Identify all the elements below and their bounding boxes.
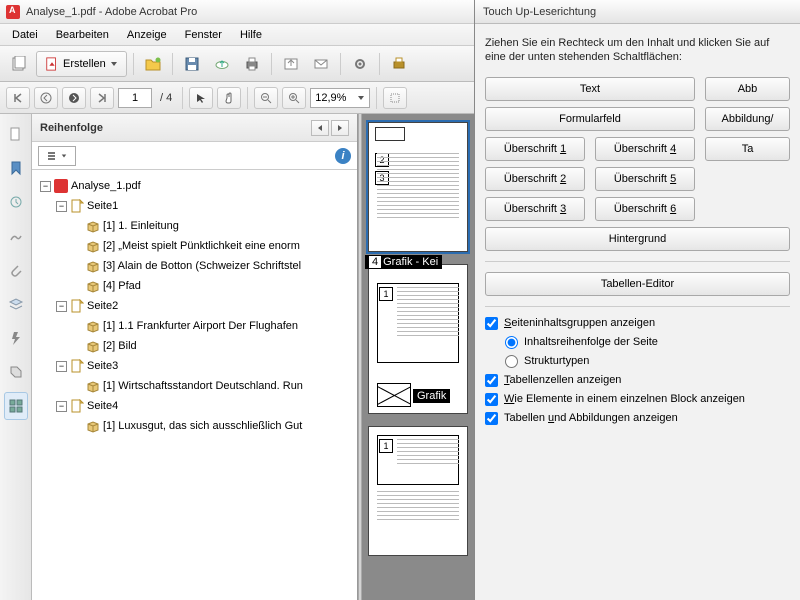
tables-figures-check[interactable]: Tabellen und Abbildungen anzeigen (485, 412, 790, 425)
panel-next-button[interactable] (331, 120, 349, 136)
table-editor-button[interactable]: Tabellen-Editor (485, 272, 790, 296)
order-tab[interactable] (4, 392, 28, 420)
options-menu-button[interactable] (38, 146, 76, 166)
marquee-zoom-button[interactable] (383, 87, 407, 109)
tree-item-row[interactable]: [1] 1.1 Frankfurter Airport Der Flughafe… (72, 316, 353, 336)
table-button[interactable]: Ta (705, 137, 790, 161)
create-label: Erstellen (63, 58, 106, 70)
h5-button[interactable]: Überschrift 5 (595, 167, 695, 191)
select-tool-button[interactable] (189, 87, 213, 109)
dialog-title: Touch Up-Leserichtung (475, 0, 800, 24)
order-tree[interactable]: −Analyse_1.pdf−Seite1[1] 1. Einleitung[2… (32, 170, 357, 600)
tree-item-row[interactable]: [1] Luxusgut, das sich ausschließlich Gu… (72, 416, 353, 436)
last-page-button[interactable] (90, 87, 114, 109)
tree-item-row[interactable]: [2] „Meist spielt Pünktlichkeit eine eno… (72, 236, 353, 256)
tags-tab[interactable] (4, 358, 28, 386)
signatures-tab[interactable] (4, 222, 28, 250)
zoom-select[interactable]: 12,9% (310, 88, 370, 108)
page-input[interactable] (118, 88, 152, 108)
thumb-tag-1: Grafik - Kei (383, 256, 438, 268)
recent-button[interactable] (6, 51, 32, 77)
info-button[interactable]: i (335, 148, 351, 164)
app-icon (6, 5, 20, 19)
pages-tab[interactable] (4, 120, 28, 148)
menu-hilfe[interactable]: Hilfe (232, 27, 270, 43)
print-button[interactable] (239, 51, 265, 77)
h1-button[interactable]: Überschrift 1 (485, 137, 585, 161)
h3-button[interactable]: Überschrift 3 (485, 197, 585, 221)
chevron-down-icon (61, 153, 67, 159)
structure-types-radio[interactable]: Strukturtypen (505, 355, 790, 368)
tree-page-row[interactable]: −Seite4 (56, 396, 353, 416)
zoom-value: 12,9% (315, 92, 346, 104)
tree-page-row[interactable]: −Seite2 (56, 296, 353, 316)
tree-page-row[interactable]: −Seite1 (56, 196, 353, 216)
single-block-check[interactable]: Wie Elemente in einem einzelnen Block an… (485, 393, 790, 406)
share-button[interactable] (278, 51, 304, 77)
tree-page-row[interactable]: −Seite3 (56, 356, 353, 376)
dialog-instruction: Ziehen Sie ein Rechteck um den Inhalt un… (485, 36, 790, 65)
gear-icon (352, 56, 368, 72)
tree-item-row[interactable]: [1] 1. Einleitung (72, 216, 353, 236)
menu-datei[interactable]: Datei (4, 27, 46, 43)
menu-fenster[interactable]: Fenster (177, 27, 230, 43)
hand-tool-button[interactable] (217, 87, 241, 109)
history-tab[interactable] (4, 188, 28, 216)
page-thumb-2[interactable]: 4Grafik - Kei 1 Grafik (368, 264, 468, 414)
show-cells-check[interactable]: Tabellenzellen anzeigen (485, 374, 790, 387)
open-button[interactable] (140, 51, 166, 77)
tree-item-row[interactable]: [4] Pfad (72, 276, 353, 296)
menu-anzeige[interactable]: Anzeige (119, 27, 175, 43)
save-button[interactable] (179, 51, 205, 77)
left-sidebar (0, 114, 32, 600)
thumb-tag-2: Grafik (417, 390, 446, 402)
first-page-button[interactable] (6, 87, 30, 109)
next-page-button[interactable] (62, 87, 86, 109)
titlebar: Analyse_1.pdf - Adobe Acrobat Pro (0, 0, 474, 24)
h2-button[interactable]: Überschrift 2 (485, 167, 585, 191)
h6-button[interactable]: Überschrift 6 (595, 197, 695, 221)
text-button[interactable]: Text (485, 77, 695, 101)
settings-button[interactable] (347, 51, 373, 77)
show-groups-check[interactable]: Seiteninhaltsgruppen anzeigen (485, 317, 790, 330)
page-thumb-1[interactable]: 2 3 (368, 122, 468, 252)
document-view[interactable]: 2 3 4Grafik - Kei 1 Grafik 1 (362, 114, 474, 600)
tree-item-row[interactable]: [2] Bild (72, 336, 353, 356)
cloud-button[interactable] (209, 51, 235, 77)
zoom-out-button[interactable] (254, 87, 278, 109)
order-panel: Reihenfolge i −Analyse_1.pdf−Seite1[1] 1… (32, 114, 358, 600)
page-total: / 4 (156, 92, 176, 104)
touchup-dialog: Touch Up-Leserichtung Ziehen Sie ein Rec… (475, 0, 800, 600)
chevron-down-icon (357, 94, 365, 102)
h4-button[interactable]: Überschrift 4 (595, 137, 695, 161)
tree-root-row[interactable]: −Analyse_1.pdf (40, 176, 353, 196)
tree-item-row[interactable]: [3] Alain de Botton (Schweizer Schriftst… (72, 256, 353, 276)
window-title: Analyse_1.pdf - Adobe Acrobat Pro (26, 6, 197, 18)
main-toolbar: Erstellen (0, 46, 474, 82)
zoom-in-button[interactable] (282, 87, 306, 109)
email-button[interactable] (308, 51, 334, 77)
bookmarks-tab[interactable] (4, 154, 28, 182)
panel-prev-button[interactable] (311, 120, 329, 136)
actions-tab[interactable] (4, 324, 28, 352)
figure-button[interactable]: Abb (705, 77, 790, 101)
prev-page-button[interactable] (34, 87, 58, 109)
page-thumb-3[interactable]: 1 (368, 426, 468, 556)
tree-item-row[interactable]: [1] Wirtschaftsstandort Deutschland. Run (72, 376, 353, 396)
figure-caption-button[interactable]: Abbildung/ (705, 107, 790, 131)
create-button[interactable]: Erstellen (36, 51, 127, 77)
layers-tab[interactable] (4, 290, 28, 318)
menubar: Datei Bearbeiten Anzeige Fenster Hilfe (0, 24, 474, 46)
attachments-tab[interactable] (4, 256, 28, 284)
menu-bearbeiten[interactable]: Bearbeiten (48, 27, 117, 43)
nav-toolbar: / 4 12,9% (0, 82, 474, 114)
quickprint-button[interactable] (386, 51, 412, 77)
order-panel-title: Reihenfolge (40, 122, 103, 134)
background-button[interactable]: Hintergrund (485, 227, 790, 251)
content-order-radio[interactable]: Inhaltsreihenfolge der Seite (505, 336, 790, 349)
chevron-down-icon (110, 60, 118, 68)
formfield-button[interactable]: Formularfeld (485, 107, 695, 131)
